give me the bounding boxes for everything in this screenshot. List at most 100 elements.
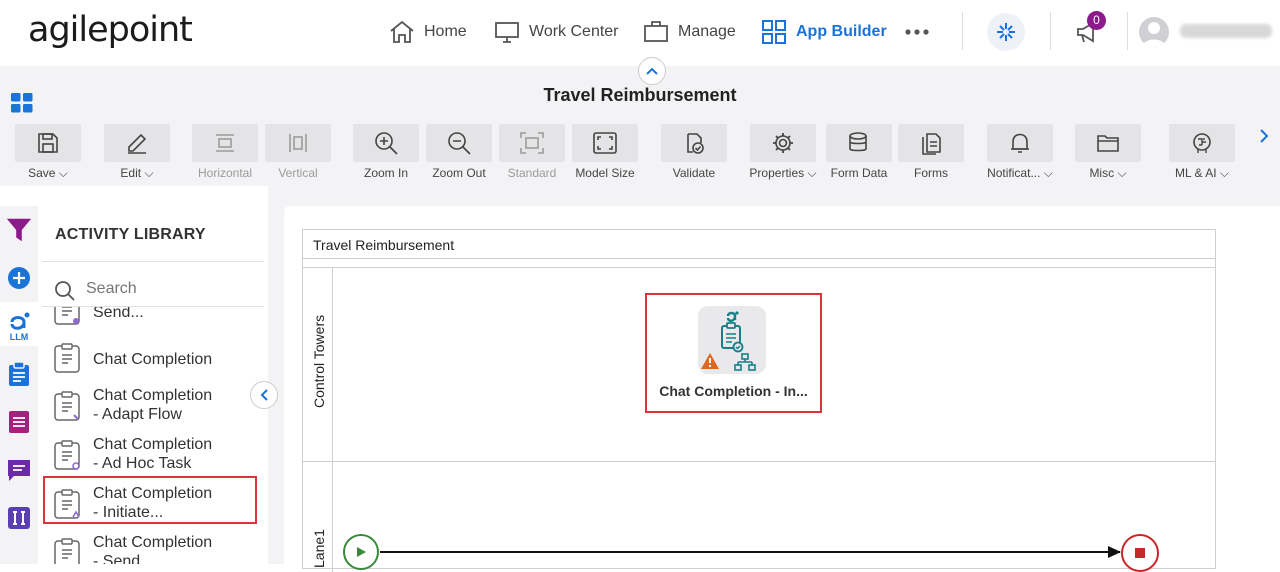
list-item-label: Send...	[93, 307, 144, 321]
app-grid-icon	[762, 20, 786, 44]
clipboard-category-button[interactable]	[5, 360, 33, 388]
chat-completion-send-icon	[54, 307, 80, 325]
properties-button[interactable]: Properties ⌵	[749, 124, 817, 181]
divider	[42, 261, 264, 262]
end-event[interactable]	[1121, 534, 1159, 572]
list-item[interactable]: Chat Completion - Adapt Flow	[42, 383, 264, 431]
app-title: Travel Reimbursement	[543, 85, 737, 105]
agilepoint-logo[interactable]: agilepoint	[28, 10, 193, 50]
library-search	[42, 272, 264, 306]
chevron-down-icon: ⌵	[58, 166, 68, 180]
vertical-label: Vertical	[278, 166, 318, 180]
play-icon	[357, 547, 366, 557]
nav-app-builder-label: App Builder	[796, 23, 887, 40]
standard-size-button[interactable]: Standard	[498, 124, 566, 180]
nav-manage[interactable]: Manage	[642, 17, 736, 47]
divider	[303, 267, 1215, 268]
brain-icon	[1193, 133, 1211, 153]
form-data-button[interactable]: Form Data	[825, 124, 893, 180]
user-name-blurred[interactable]	[1180, 24, 1272, 38]
vertical-layout-button[interactable]: Vertical	[264, 124, 332, 180]
list-item-label: Chat Completion	[93, 351, 213, 368]
ml-ai-button[interactable]: ML & AI ⌵	[1168, 124, 1236, 181]
chat-icon	[8, 460, 30, 481]
edit-button[interactable]: Edit ⌵	[103, 124, 171, 181]
horizontal-label: Horizontal	[197, 166, 253, 180]
save-icon	[38, 133, 58, 153]
divider	[303, 258, 1215, 259]
document-category-button[interactable]	[5, 408, 33, 436]
chat-category-button[interactable]	[5, 456, 33, 484]
edit-icon	[128, 133, 147, 154]
document-icon	[9, 411, 29, 433]
database-icon	[849, 132, 867, 152]
list-item[interactable]: Chat Completion - Ad Hoc Task	[42, 432, 264, 480]
nav-work-center-label: Work Center	[529, 23, 619, 40]
lane-label: Control Towers	[311, 314, 327, 408]
start-event[interactable]	[343, 534, 379, 570]
collapse-header-button[interactable]	[638, 57, 666, 85]
chat-completion-send-icon	[54, 538, 80, 564]
llm-category-button[interactable]: LLM	[0, 302, 38, 346]
gear-icon	[773, 133, 793, 153]
lane-header-lane1[interactable]: Lane1	[303, 462, 333, 572]
user-icon	[1142, 22, 1166, 47]
chat-completion-ad-hoc-task-icon	[54, 440, 80, 470]
nav-divider	[962, 12, 963, 50]
forms-button[interactable]: Forms	[897, 124, 965, 180]
user-avatar[interactable]	[1139, 17, 1169, 47]
chevron-down-icon: ⌵	[1117, 166, 1127, 180]
nav-work-center[interactable]: Work Center	[493, 17, 619, 47]
left-icon-rail: LLM	[0, 206, 38, 564]
lane-label: Lane1	[311, 529, 327, 568]
model-size-button[interactable]: Model Size	[571, 124, 639, 180]
more-options-button[interactable]	[903, 17, 931, 47]
chat-completion-initiate-activity[interactable]: Chat Completion - In...	[645, 293, 822, 413]
sequence-flow[interactable]	[380, 551, 1120, 553]
stop-icon	[1135, 548, 1145, 558]
misc-button[interactable]: Misc ⌵	[1074, 124, 1142, 181]
nav-home[interactable]: Home	[388, 17, 467, 47]
integration-category-button[interactable]	[5, 504, 33, 532]
filter-button[interactable]	[5, 216, 33, 244]
nav-app-builder[interactable]: App Builder	[760, 17, 887, 47]
list-item[interactable]: Send...	[42, 307, 264, 335]
add-button[interactable]	[5, 264, 33, 292]
validate-button[interactable]: Validate	[660, 124, 728, 180]
activity-library-title: ACTIVITY LIBRARY	[55, 226, 206, 243]
ai-assistant-button[interactable]	[987, 13, 1025, 51]
monitor-icon	[495, 22, 519, 43]
list-item[interactable]: Chat Completion - Send...	[42, 530, 264, 564]
list-item-label-line1: Chat Completion	[93, 387, 213, 404]
activity-list: Send... Chat Completion Chat Completion …	[42, 307, 264, 564]
save-button[interactable]: Save ⌵	[14, 124, 82, 181]
list-item-label-line1: Chat Completion	[93, 534, 213, 551]
toolbar-scroll-right-button[interactable]	[1254, 124, 1274, 148]
integration-icon	[8, 507, 30, 529]
filter-icon	[6, 218, 32, 242]
zoom-out-button[interactable]: Zoom Out	[425, 124, 493, 180]
notifications-button[interactable]: Notificat... ⌵	[986, 124, 1054, 181]
validate-label: Validate	[672, 166, 716, 180]
zoom-out-label: Zoom Out	[432, 166, 486, 180]
list-item[interactable]: Chat Completion	[42, 335, 264, 383]
zoom-in-button[interactable]: Zoom In	[352, 124, 420, 180]
chat-completion-icon	[54, 343, 80, 373]
nav-manage-label: Manage	[678, 23, 736, 40]
bell-icon	[1011, 133, 1029, 153]
lane-header-control-towers[interactable]: Control Towers	[303, 268, 333, 461]
folder-icon	[1097, 135, 1119, 152]
standard-size-icon	[520, 132, 544, 154]
properties-label: Properties	[749, 166, 805, 180]
collapse-library-button[interactable]	[250, 381, 278, 409]
search-icon	[55, 281, 75, 301]
zoom-in-icon	[375, 132, 398, 155]
home-icon	[390, 20, 414, 43]
zoom-in-label: Zoom In	[363, 166, 408, 180]
chevron-left-icon	[260, 389, 268, 401]
horizontal-layout-button[interactable]: Horizontal	[191, 124, 259, 180]
search-input[interactable]	[86, 276, 256, 302]
briefcase-icon	[644, 21, 668, 42]
list-item-label-line1: Chat Completion	[93, 436, 213, 453]
lane-divider	[303, 461, 1215, 462]
